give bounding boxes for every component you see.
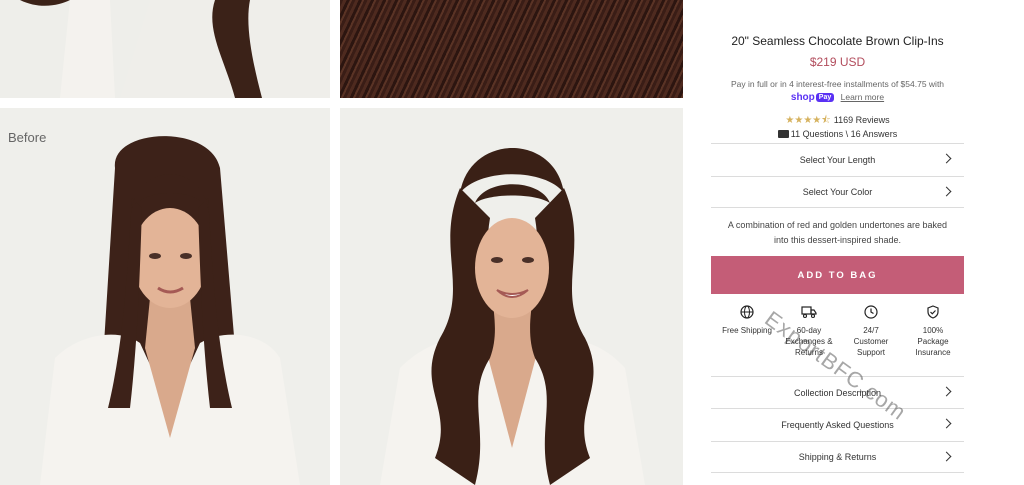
features-row: Free Shipping 60-day Exchanges & Returns…	[721, 305, 959, 358]
clock-icon	[864, 305, 878, 319]
chevron-right-icon	[941, 186, 952, 197]
truck-icon	[801, 306, 817, 319]
hair-texture-image[interactable]	[340, 0, 683, 98]
questions-answers-link[interactable]: 11 Questions \ 16 Answers	[711, 129, 964, 139]
shoppay-row: shop Pay Learn more	[711, 92, 964, 103]
product-info-panel: 20" Seamless Chocolate Brown Clip-Ins $2…	[711, 0, 964, 485]
learn-more-link[interactable]: Learn more	[841, 92, 884, 102]
product-description: A combination of red and golden underton…	[727, 220, 948, 245]
chevron-right-icon	[941, 386, 952, 397]
chevron-right-icon	[941, 451, 952, 462]
product-image-before[interactable]	[0, 108, 330, 485]
feature-package-insurance: 100% Package Insurance	[907, 305, 959, 358]
model-partial-illustration	[20, 0, 330, 98]
installment-text: Pay in full or in 4 interest-free instal…	[730, 79, 945, 89]
globe-icon	[740, 305, 754, 319]
feature-customer-support: 24/7 Customer Support	[845, 305, 897, 358]
qa-count: 11 Questions \ 16 Answers	[790, 129, 898, 139]
model-after-illustration	[380, 148, 645, 485]
select-length-dropdown[interactable]: Select Your Length	[711, 143, 964, 175]
add-to-bag-button[interactable]: ADD TO BAG	[711, 256, 964, 294]
reviews-row[interactable]: ★★★★⯪ 1169 Reviews	[711, 113, 964, 130]
chat-bubbles-icon	[777, 130, 789, 138]
shoppay-logo: shop	[790, 92, 815, 103]
product-price: $219 USD	[809, 55, 866, 69]
shield-check-icon	[927, 305, 939, 319]
select-color-label: Select Your Color	[802, 187, 873, 197]
model-before-illustration	[40, 136, 300, 485]
star-rating-icon: ★★★★⯪	[785, 115, 831, 126]
reviews-count: 1169 Reviews	[833, 115, 890, 125]
feature-label: 24/7 Customer Support	[853, 326, 889, 357]
product-image-top-left[interactable]	[0, 0, 330, 98]
feature-label: 100% Package Insurance	[915, 326, 951, 357]
shoppay-pay-badge: Pay	[815, 93, 835, 102]
select-length-label: Select Your Length	[799, 154, 876, 165]
product-title: 20" Seamless Chocolate Brown Clip-Ins	[731, 34, 944, 48]
accordion-label: Frequently Asked Questions	[781, 419, 894, 430]
chevron-right-icon	[941, 153, 952, 164]
chevron-right-icon	[941, 418, 952, 429]
accordion-label: Shipping & Returns	[798, 452, 877, 462]
accordion-faq[interactable]: Frequently Asked Questions	[711, 408, 964, 440]
product-image-after[interactable]	[340, 108, 683, 485]
accordion-shipping-returns[interactable]: Shipping & Returns	[711, 441, 964, 473]
select-color-dropdown[interactable]: Select Your Color	[711, 176, 964, 208]
before-label: Before	[8, 130, 47, 145]
